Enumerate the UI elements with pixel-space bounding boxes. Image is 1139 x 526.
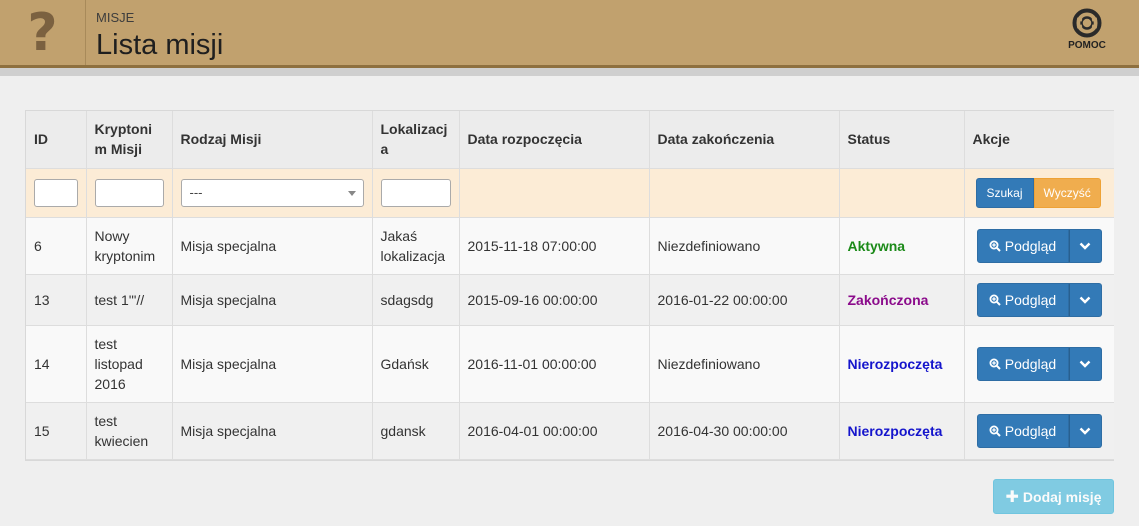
row-actions: Podgląd <box>976 346 1107 381</box>
mission-type-select[interactable]: --- <box>180 178 364 207</box>
view-label: Podgląd <box>1004 237 1057 254</box>
view-button[interactable]: Podgląd <box>976 228 1069 263</box>
missions-table: ID Kryptoni m Misji Rodzaj Misji Lokaliz… <box>25 110 1114 461</box>
zoom-in-icon <box>989 425 1001 437</box>
view-button[interactable]: Podgląd <box>976 282 1069 317</box>
filter-empty-cell <box>839 168 965 218</box>
cell-location: Gdańsk <box>372 325 460 403</box>
status-badge: Nierozpoczęta <box>847 355 943 372</box>
view-label: Podgląd <box>1004 422 1057 439</box>
cell-id: 6 <box>26 217 87 275</box>
cell-actions: Podgląd <box>964 217 1114 275</box>
filter-row: --- Szukaj Wyczyść <box>26 168 1114 218</box>
cell-codename: test 1'"// <box>86 274 173 326</box>
view-label: Podgląd <box>1004 291 1057 308</box>
cell-codename: test kwiecien <box>86 402 173 460</box>
cell-type: Misja specjalna <box>172 274 373 326</box>
cell-location: Jakaś lokalizacja <box>372 217 460 275</box>
status-badge: Zakończona <box>847 291 929 308</box>
row-actions: Podgląd <box>976 413 1107 448</box>
question-icon[interactable]: ? <box>0 0 86 65</box>
table-row: 14 test listopad 2016 Misja specjalna Gdańs… <box>26 325 1114 403</box>
dropdown-toggle[interactable] <box>1068 346 1102 381</box>
cell-actions: Podgląd <box>964 274 1114 326</box>
search-button[interactable]: Szukaj <box>975 177 1034 208</box>
cell-type: Misja specjalna <box>172 217 373 275</box>
chevron-down-icon <box>1079 296 1091 304</box>
cell-codename: test listopad 2016 <box>86 325 173 403</box>
help-button[interactable]: POMOC <box>1058 8 1116 51</box>
view-button[interactable]: Podgląd <box>976 346 1069 381</box>
cell-status: Nierozpoczęta <box>839 325 965 403</box>
cell-location: gdansk <box>372 402 460 460</box>
status-badge: Nierozpoczęta <box>847 422 943 439</box>
chevron-down-icon <box>1079 360 1091 368</box>
col-end-date[interactable]: Data zakończenia <box>649 111 840 169</box>
cell-end-date: 2016-04-30 00:00:00 <box>649 402 840 460</box>
breadcrumb: MISJE <box>96 10 135 25</box>
codename-filter-input[interactable] <box>94 178 164 207</box>
cell-type: Misja specjalna <box>172 402 373 460</box>
location-filter-input[interactable] <box>380 178 451 207</box>
lifebuoy-icon <box>1072 8 1102 38</box>
filter-empty-cell <box>649 168 840 218</box>
cell-id: 13 <box>26 274 87 326</box>
cell-actions: Podgląd <box>964 325 1114 403</box>
chevron-down-icon <box>1079 242 1091 250</box>
row-actions: Podgląd <box>976 228 1107 263</box>
table-row: 6 Nowy kryptonim Misja specjalna Jakaś loka… <box>26 217 1114 275</box>
filter-buttons: Szukaj Wyczyść <box>975 177 1107 208</box>
zoom-in-icon <box>989 294 1001 306</box>
cell-end-date: Niezdefiniowano <box>649 325 840 403</box>
col-id[interactable]: ID <box>26 111 87 169</box>
cell-end-date: Niezdefiniowano <box>649 217 840 275</box>
view-label: Podgląd <box>1004 355 1057 372</box>
dropdown-toggle[interactable] <box>1068 228 1102 263</box>
page-title: Lista misji <box>96 29 224 61</box>
table-row: 13 test 1'"//Misja specjalna sdagsdg 2015-0… <box>26 274 1114 326</box>
col-type[interactable]: Rodzaj Misji <box>172 111 373 169</box>
col-codename[interactable]: Kryptoni m Misji <box>86 111 173 169</box>
table-header-row: ID Kryptoni m Misji Rodzaj Misji Lokaliz… <box>26 111 1114 169</box>
dropdown-toggle[interactable] <box>1068 413 1102 448</box>
help-label: POMOC <box>1068 40 1106 51</box>
id-filter-input[interactable] <box>34 178 78 207</box>
dropdown-toggle[interactable] <box>1068 282 1102 317</box>
cell-start-date: 2016-11-01 00:00:00 <box>459 325 650 403</box>
row-actions: Podgląd <box>976 282 1107 317</box>
col-location[interactable]: Lokalizacj a <box>372 111 460 169</box>
clear-button[interactable]: Wyczyść <box>1033 177 1101 208</box>
cell-id: 15 <box>26 402 87 460</box>
app-header: ? MISJE Lista misji POMOC <box>0 0 1139 68</box>
cell-start-date: 2016-04-01 00:00:00 <box>459 402 650 460</box>
col-actions: Akcje <box>964 111 1114 169</box>
cell-end-date: 2016-01-22 00:00:00 <box>649 274 840 326</box>
cell-status: Zakończona <box>839 274 965 326</box>
cell-start-date: 2015-11-18 07:00:00 <box>459 217 650 275</box>
plus-icon: ✚ <box>1005 488 1019 506</box>
cell-start-date: 2015-09-16 00:00:00 <box>459 274 650 326</box>
add-mission-label: Dodaj misję <box>1022 488 1102 505</box>
zoom-in-icon <box>989 358 1001 370</box>
cell-location: sdagsdg <box>372 274 460 326</box>
chevron-down-icon <box>1079 427 1091 435</box>
filter-empty-cell <box>459 168 650 218</box>
cell-id: 14 <box>26 325 87 403</box>
header-divider <box>0 68 1139 76</box>
cell-actions: Podgląd <box>964 402 1114 460</box>
mission-type-selected: --- <box>189 184 203 200</box>
cell-codename: Nowy kryptonim <box>86 217 173 275</box>
table-row: 15 test kwiecien Misja specjalna gdansk 2016… <box>26 402 1114 460</box>
cell-type: Misja specjalna <box>172 325 373 403</box>
add-mission-button[interactable]: ✚ Dodaj misję <box>993 479 1114 514</box>
col-status[interactable]: Status <box>839 111 965 169</box>
status-badge: Aktywna <box>847 237 906 254</box>
cell-status: Aktywna <box>839 217 965 275</box>
cell-status: Nierozpoczęta <box>839 402 965 460</box>
zoom-in-icon <box>989 240 1001 252</box>
col-start-date[interactable]: Data rozpoczęcia <box>459 111 650 169</box>
chevron-down-icon <box>347 190 356 196</box>
view-button[interactable]: Podgląd <box>976 413 1069 448</box>
